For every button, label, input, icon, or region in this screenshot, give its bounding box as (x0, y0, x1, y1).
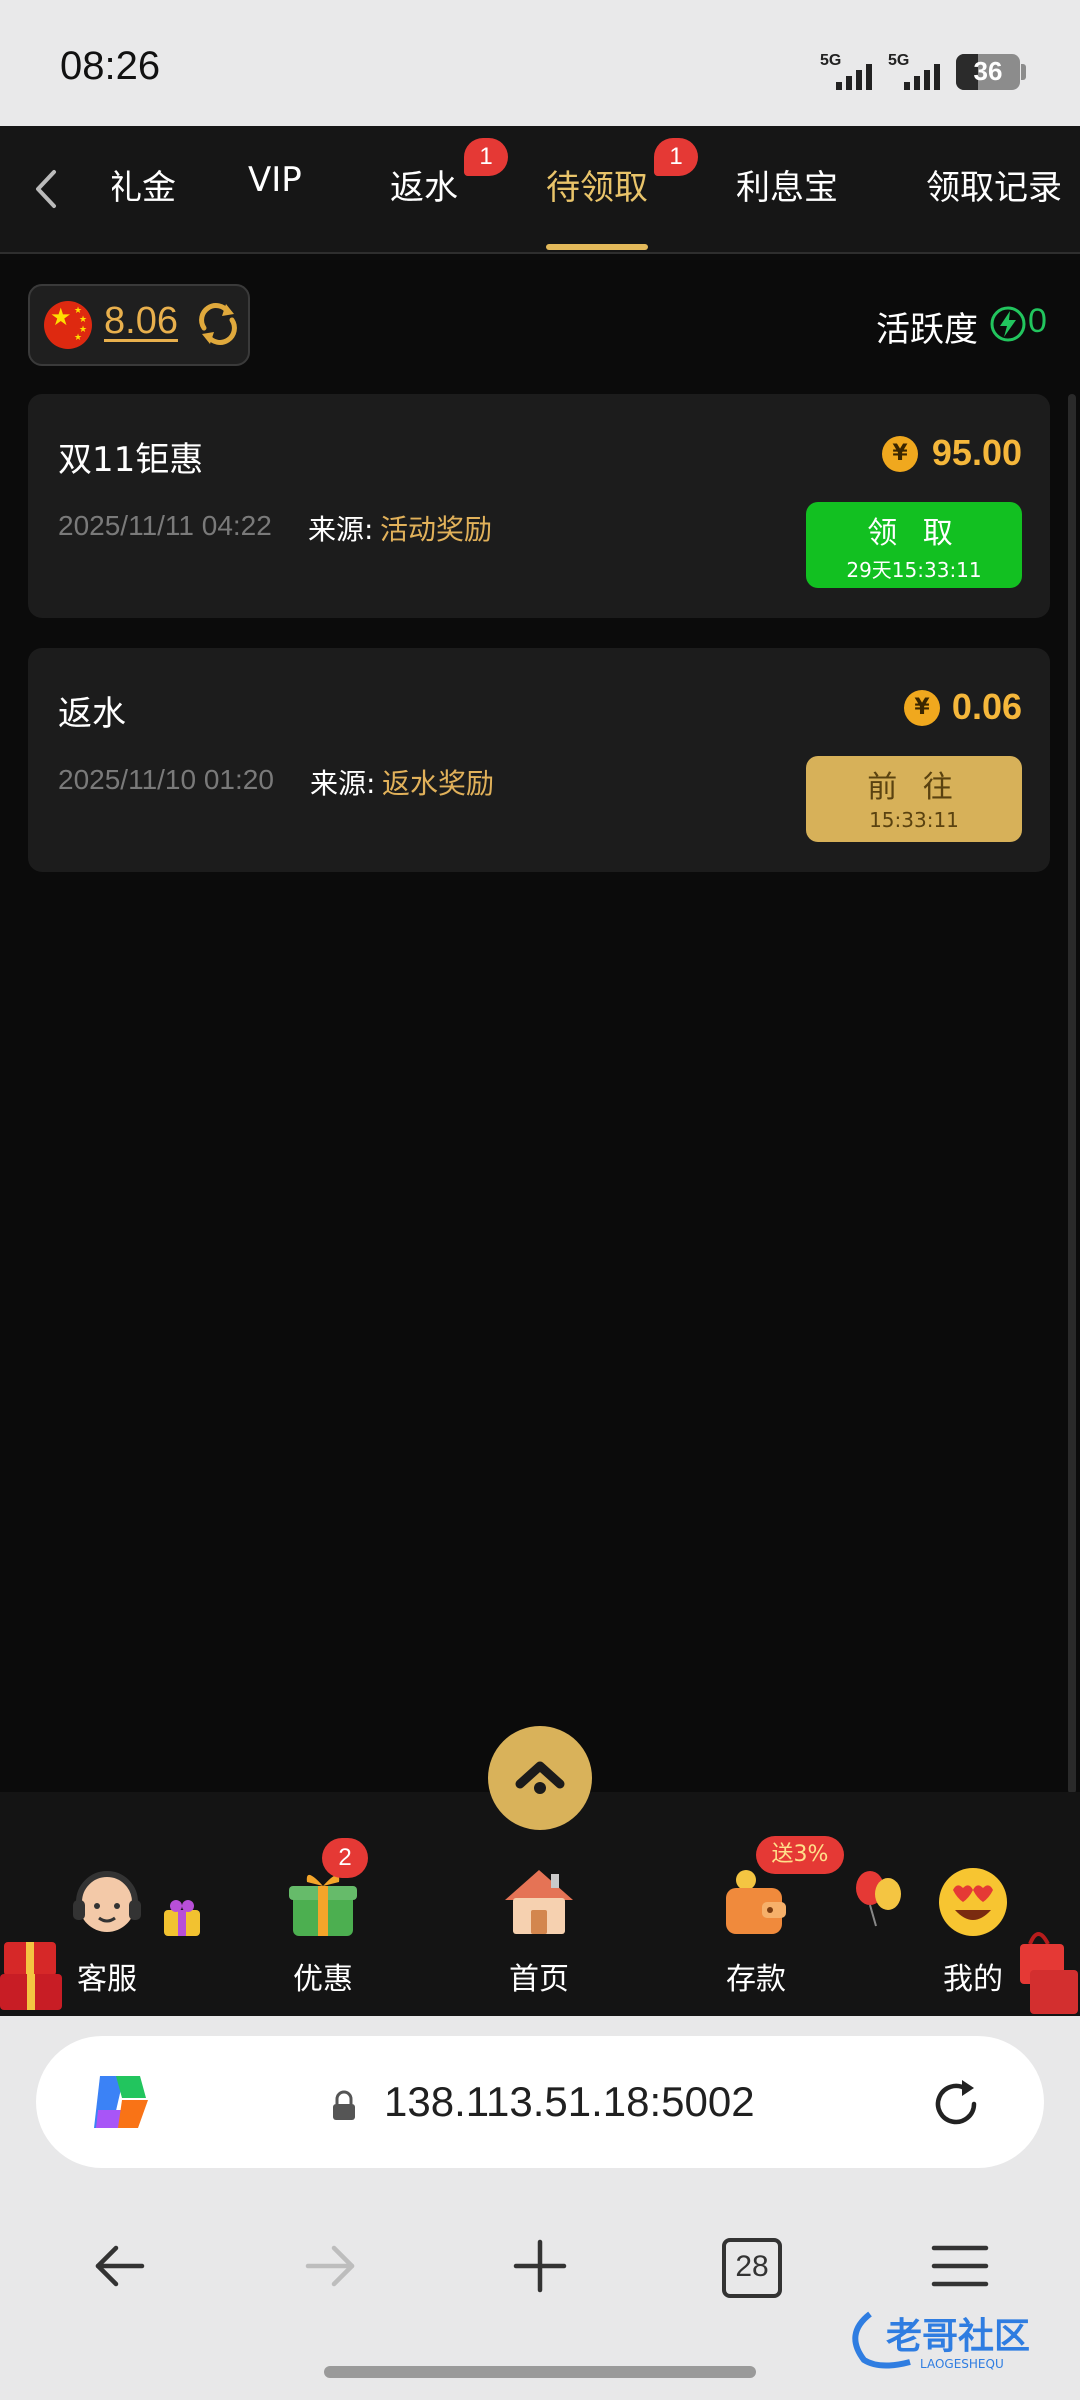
tab-interest[interactable]: 利息宝 (736, 160, 838, 209)
claim-countdown: 29天15:33:11 (846, 558, 982, 582)
tab-gift-money[interactable]: 礼金 (112, 160, 176, 209)
reward-date: 2025/11/10 01:20 (58, 764, 274, 795)
claim-button[interactable]: 领 取 29天15:33:11 (806, 502, 1022, 588)
reward-amount: 95.00 (931, 432, 1022, 473)
balance-chip[interactable]: ★ ★ ★ ★ ★ 8.06 (28, 284, 250, 366)
forward-icon (300, 2236, 360, 2296)
battery-tip (1021, 64, 1026, 80)
nav-label: 存款 (726, 1962, 786, 1997)
reward-card: 返水 2025/11/10 01:20 来源: 返水奖励 ¥ 0.06 前 往 … (28, 648, 1050, 872)
home-indicator (324, 2366, 756, 2378)
reward-date: 2025/11/11 04:22 (58, 510, 272, 541)
wallet-icon (718, 1864, 794, 1940)
back-icon[interactable] (90, 2236, 150, 2296)
battery-icon: 36 (956, 54, 1020, 90)
reward-card: 双11钜惠 2025/11/11 04:22 来源: 活动奖励 ¥ 95.00 … (28, 394, 1050, 618)
tab-pending-claim[interactable]: 待领取 (546, 160, 648, 209)
claim-button-label: 领 取 (867, 516, 961, 551)
go-button-label: 前 往 (867, 770, 961, 805)
tab-rebate-badge: 1 (464, 138, 508, 176)
svg-text:LAOGESHEQU: LAOGESHEQU (920, 2357, 1004, 2371)
lock-icon (330, 2090, 358, 2122)
svg-text:老哥社区: 老哥社区 (886, 2316, 1030, 2357)
tab-bar: 礼金 VIP 返水 1 待领取 1 利息宝 领取记录 (0, 126, 1080, 254)
activity-label: 活跃度 (876, 310, 978, 350)
nav-label: 优惠 (293, 1962, 353, 1997)
go-countdown: 15:33:11 (869, 808, 959, 832)
status-time: 08:26 (60, 44, 161, 88)
nav-customer-service[interactable]: 客服 (32, 1792, 182, 2016)
scroll-to-top-button[interactable] (488, 1726, 592, 1830)
tab-claim-history[interactable]: 领取记录 (926, 160, 1062, 209)
deposit-bonus-badge: 送3% (756, 1836, 844, 1874)
headset-agent-icon (69, 1864, 145, 1940)
reward-title: 双11钜惠 (58, 440, 204, 480)
source-label: 来源: (310, 767, 376, 800)
url-text[interactable]: 138.113.51.18:5002 (384, 2078, 755, 2126)
coin-icon: ¥ (882, 436, 918, 472)
balance-amount: 8.06 (104, 300, 178, 342)
reward-amount: 0.06 (951, 686, 1022, 727)
coin-icon: ¥ (904, 690, 940, 726)
nav-profile[interactable]: 我的 (898, 1792, 1048, 2016)
go-button[interactable]: 前 往 15:33:11 (806, 756, 1022, 842)
battery-level: 36 (973, 56, 1003, 86)
copilot-icon[interactable] (84, 2066, 156, 2138)
signal-icon: 5G (820, 52, 882, 92)
tab-pending-badge: 1 (654, 138, 698, 176)
heart-eyes-emoji-icon (935, 1864, 1011, 1940)
nav-label: 客服 (77, 1962, 137, 1997)
tab-switcher-button[interactable]: 28 (722, 2238, 782, 2298)
promotions-badge: 2 (322, 1838, 368, 1878)
reward-title: 返水 (58, 694, 126, 734)
signal-icon: 5G (888, 52, 950, 92)
nav-promotions[interactable]: 优惠 (248, 1792, 398, 2016)
status-bar: 08:26 5G 5G 36 (0, 0, 1080, 126)
activity-value: 0 (1028, 302, 1047, 340)
refresh-icon[interactable] (196, 302, 240, 346)
new-tab-icon[interactable] (510, 2236, 570, 2296)
source-value: 返水奖励 (382, 767, 495, 800)
back-arrow-icon[interactable] (26, 164, 66, 214)
nav-label: 我的 (943, 1962, 1003, 1997)
nav-label: 首页 (509, 1962, 569, 1997)
scrollbar[interactable] (1068, 394, 1076, 1794)
tab-rebate[interactable]: 返水 (390, 160, 458, 209)
house-icon (501, 1864, 577, 1940)
active-tab-indicator (546, 244, 648, 250)
tab-label: 礼金 (112, 168, 176, 208)
menu-icon[interactable] (930, 2236, 990, 2296)
source-label: 来源: (308, 513, 374, 546)
watermark-logo: 老哥社区 LAOGESHEQU (840, 2304, 1070, 2374)
lightning-icon (990, 306, 1026, 342)
tab-vip[interactable]: VIP (248, 160, 302, 200)
reload-icon[interactable] (926, 2074, 986, 2134)
china-flag-icon: ★ ★ ★ ★ ★ (44, 301, 92, 349)
source-value: 活动奖励 (380, 513, 493, 546)
nav-deposit[interactable]: 存款 (681, 1792, 831, 2016)
